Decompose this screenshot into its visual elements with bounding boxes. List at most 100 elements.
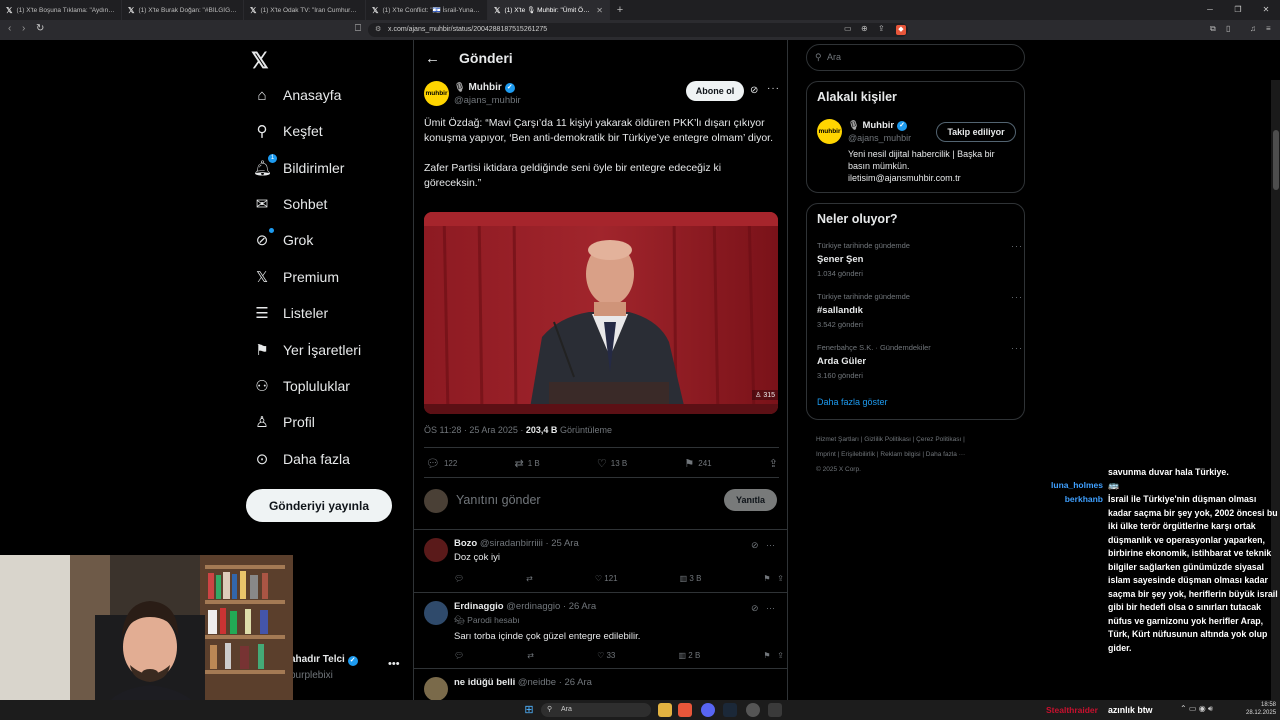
search-input[interactable]: ⚲ Ara bbox=[806, 44, 1025, 71]
taskbar-search[interactable]: ⚲ Ara bbox=[541, 703, 651, 717]
file-explorer-icon[interactable] bbox=[658, 703, 672, 717]
reply-input[interactable]: Yanıtını gönder bbox=[456, 493, 541, 507]
post-button[interactable]: Gönderiyi yayınla bbox=[246, 489, 392, 522]
x-logo-icon[interactable]: 𝕏 bbox=[251, 48, 269, 74]
sidebar-icon[interactable]: ▯ bbox=[1226, 24, 1230, 33]
trend-item[interactable]: Türkiye tarihinde gündemde Şener Şen 1.0… bbox=[817, 241, 1022, 278]
reload-icon[interactable]: ↻ bbox=[36, 23, 44, 34]
avatar[interactable] bbox=[424, 601, 448, 625]
grok-icon[interactable]: ⊘ bbox=[751, 603, 759, 614]
repost-icon[interactable]: ⇄ bbox=[527, 651, 534, 660]
brave-browser-icon[interactable] bbox=[678, 703, 692, 717]
brave-shield-icon[interactable]: ◆ bbox=[896, 25, 906, 35]
more-icon[interactable]: ··· bbox=[767, 83, 780, 94]
reply-item[interactable]: Bozo @siradanbirriiii · 25 Ara Doz çok i… bbox=[414, 529, 787, 592]
media-icon[interactable]: ♫ bbox=[1250, 24, 1256, 33]
back-icon[interactable]: ‹ bbox=[8, 23, 11, 34]
nav-notifications[interactable]: 🔔︎ 1 Bildirimler bbox=[253, 154, 344, 180]
following-button[interactable]: Takip ediliyor bbox=[936, 122, 1016, 142]
reply-icon[interactable]: 💬︎ bbox=[454, 651, 464, 660]
repost-icon[interactable]: ⇄ bbox=[526, 574, 533, 583]
reply-button[interactable]: Yanıtla bbox=[724, 489, 777, 511]
zoom-icon[interactable]: ⊕ bbox=[861, 24, 868, 33]
repost-action[interactable]: ⇄ 1 B bbox=[514, 457, 539, 470]
like-action[interactable]: ♡ 121 bbox=[595, 574, 618, 583]
browser-tab[interactable]: 𝕏(1) X'te Burak Doğan: "#BİLGİGÜNCE bbox=[122, 0, 244, 20]
grok-icon: ⊘ bbox=[253, 228, 274, 249]
clock[interactable]: 18:58 28.12.2025 bbox=[1246, 701, 1276, 717]
trend-item[interactable]: Fenerbahçe S.K. · Gündemdekiler Arda Gül… bbox=[817, 343, 1022, 380]
nav-premium[interactable]: 𝕏 Premium bbox=[253, 265, 339, 289]
more-icon[interactable]: ··· bbox=[766, 603, 775, 613]
maximize-icon[interactable]: ❐ bbox=[1224, 0, 1252, 20]
avatar[interactable]: muhbir bbox=[817, 119, 842, 144]
avatar[interactable]: muhbir bbox=[424, 81, 449, 106]
close-tab-icon[interactable]: ✕ bbox=[596, 6, 603, 15]
grok-icon[interactable]: ⊘ bbox=[751, 540, 759, 551]
bookmark-icon[interactable]: ⚑ ⇪ bbox=[763, 651, 784, 660]
reply-icon[interactable]: 💬︎ bbox=[454, 574, 464, 583]
tray-icons[interactable]: ⌃ ▭ ◉ 🔊︎ bbox=[1180, 704, 1213, 714]
trend-item[interactable]: Türkiye tarihinde gündemde #sallandık 3.… bbox=[817, 292, 1022, 329]
minimize-icon[interactable]: ─ bbox=[1196, 0, 1224, 20]
account-more-icon[interactable]: ••• bbox=[388, 658, 400, 670]
reply-item[interactable]: Erdinaggio @erdinaggio · 26 Ara 🎭︎ Parod… bbox=[414, 592, 787, 668]
discord-icon[interactable] bbox=[701, 703, 715, 717]
nav-explore[interactable]: ⚲ Keşfet bbox=[253, 119, 323, 143]
avatar[interactable] bbox=[424, 538, 448, 562]
author-name[interactable]: 🎙︎ Muhbir ✓ bbox=[454, 82, 515, 93]
views-action[interactable]: ▥ 2 B bbox=[679, 651, 701, 660]
scrollbar-thumb[interactable] bbox=[1273, 130, 1279, 190]
show-more-link[interactable]: Daha fazla göster bbox=[817, 397, 888, 407]
nav-messages[interactable]: ✉ Sohbet bbox=[253, 192, 328, 216]
browser-tab[interactable]: 𝕏 (1) X'te Odak TV: "İran Cumhurbaşk bbox=[244, 0, 366, 20]
account-switcher[interactable]: ahadır Telci ✓ purplebixi bbox=[290, 654, 358, 681]
nav-grok[interactable]: ⊘ Grok bbox=[253, 228, 313, 252]
more-icon[interactable]: ··· bbox=[1011, 241, 1023, 251]
subscribe-button[interactable]: Abone ol bbox=[686, 81, 744, 101]
more-icon[interactable]: ··· bbox=[766, 540, 775, 550]
site-info-icon[interactable]: ⚙ bbox=[375, 23, 381, 37]
url-field[interactable]: ⚙ x.com/ajans_muhbir/status/200428818751… bbox=[368, 23, 908, 37]
browser-tab[interactable]: 𝕏 (1) X'te Conflict: "🇮🇱 İsrail-Yunanist bbox=[366, 0, 488, 20]
like-action[interactable]: ♡ 33 bbox=[597, 651, 615, 660]
browser-tab[interactable]: 𝕏 (1) X'te Boşuna Tıklama: "Aydın'da, ç bbox=[0, 0, 122, 20]
extensions-icon[interactable]: ⧉ bbox=[1210, 24, 1216, 34]
reader-icon[interactable]: ▭ bbox=[844, 24, 852, 33]
like-action[interactable]: ♡ 13 B bbox=[597, 457, 627, 470]
more-icon[interactable]: ··· bbox=[1011, 292, 1023, 302]
back-arrow-icon[interactable]: ← bbox=[425, 50, 440, 67]
windows-start-icon[interactable]: ⊞ bbox=[522, 703, 536, 717]
nav-lists[interactable]: ☰ Listeler bbox=[253, 301, 328, 325]
close-window-icon[interactable]: ✕ bbox=[1252, 0, 1280, 20]
page-title: Gönderi bbox=[459, 50, 513, 66]
bookmark-action[interactable]: ⚑ 241 bbox=[684, 457, 711, 470]
share-icon[interactable]: ⇪ bbox=[878, 24, 885, 33]
bookmark-icon[interactable]: ⚑ ⇪ bbox=[763, 574, 784, 583]
nav-bookmarks[interactable]: ⚑ Yer İşaretleri bbox=[253, 338, 361, 362]
bookmark-icon: ⚑ bbox=[684, 458, 695, 470]
x-favicon-icon: 𝕏 bbox=[6, 5, 13, 15]
forward-icon[interactable]: › bbox=[22, 23, 25, 34]
bookmark-page-icon[interactable]: ⎕ bbox=[355, 23, 361, 34]
nav-more[interactable]: ⊙ Daha fazla bbox=[253, 447, 350, 471]
nav-profile[interactable]: ♙ Profil bbox=[253, 410, 315, 434]
author-handle[interactable]: @ajans_muhbir bbox=[454, 95, 521, 106]
share-action[interactable]: ⇪ bbox=[769, 457, 778, 470]
nav-home[interactable]: ⌂ Anasayfa bbox=[253, 83, 341, 107]
more-icon[interactable]: ··· bbox=[1011, 343, 1023, 353]
related-name[interactable]: 🎙︎ Muhbir ✓ bbox=[848, 120, 908, 131]
menu-icon[interactable]: ≡ bbox=[1266, 24, 1271, 33]
obs-icon[interactable] bbox=[746, 703, 760, 717]
grok-icon[interactable]: ⊘ bbox=[750, 85, 758, 96]
new-tab-icon[interactable]: + bbox=[610, 0, 630, 20]
avatar[interactable] bbox=[424, 677, 448, 700]
reply-item[interactable]: ne idüğü belli @neidbe · 26 Ara bbox=[414, 668, 787, 700]
reply-action[interactable]: 💬︎ 122 bbox=[426, 457, 457, 470]
nav-communities[interactable]: ⚇ Topluluklar bbox=[253, 374, 350, 398]
app-icon[interactable] bbox=[768, 703, 782, 717]
tweet-video[interactable]: ♙ 315 bbox=[424, 212, 778, 414]
steam-icon[interactable] bbox=[723, 703, 737, 717]
browser-tab-active[interactable]: 𝕏 (1) X'te 🎙 Muhbir: "Ümit Özdağ ✕ bbox=[488, 0, 610, 20]
views-action[interactable]: ▥ 3 B bbox=[680, 574, 702, 583]
